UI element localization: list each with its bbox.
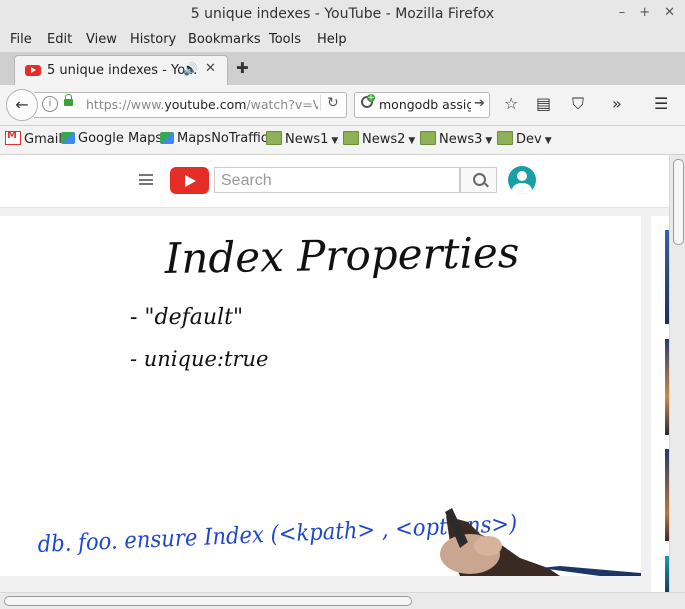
youtube-search-input[interactable]: [219, 169, 459, 193]
speaker-icon[interactable]: 🔊: [183, 62, 198, 76]
menu-history[interactable]: History: [130, 32, 176, 47]
related-videos-strip: [651, 216, 669, 592]
pocket-icon[interactable]: ⛉: [572, 94, 584, 114]
horizontal-scroll-thumb[interactable]: [4, 596, 412, 606]
close-window-button[interactable]: ✕: [664, 5, 675, 20]
bookmark-star-icon[interactable]: ☆: [504, 94, 518, 113]
vertical-scrollbar[interactable]: [669, 155, 685, 592]
search-icon: [473, 173, 486, 186]
folder-icon: [266, 131, 282, 145]
bookmark-gmail[interactable]: Gmail: [5, 130, 62, 147]
menu-bookmarks[interactable]: Bookmarks: [188, 32, 261, 47]
new-tab-button[interactable]: ✚: [236, 59, 249, 77]
youtube-search-button[interactable]: [460, 167, 497, 193]
search-go-icon[interactable]: ➔: [474, 96, 485, 111]
url-bar[interactable]: i https://www.youtube.com/watch?v=V ↻: [34, 92, 347, 118]
youtube-logo[interactable]: [170, 167, 209, 194]
add-search-engine-icon: +: [367, 93, 375, 103]
vertical-scroll-thumb[interactable]: [673, 159, 684, 245]
folder-icon: [420, 131, 436, 145]
maps-icon: [61, 132, 75, 144]
bookmark-folder-news3[interactable]: News3 ▼: [420, 131, 492, 147]
menu-bar: File Edit View History Bookmarks Tools H…: [0, 30, 685, 52]
reload-icon[interactable]: ↻: [320, 95, 339, 111]
search-text[interactable]: mongodb assign: [379, 97, 471, 112]
window-titlebar: 5 unique indexes - YouTube - Mozilla Fir…: [0, 0, 685, 30]
reader-view-icon[interactable]: ▤: [536, 94, 551, 113]
menu-edit[interactable]: Edit: [47, 32, 72, 47]
video-heading: Index Properties: [163, 228, 519, 283]
bookmark-folder-news2[interactable]: News2 ▼: [343, 131, 415, 147]
bookmark-folder-news1[interactable]: News1 ▼: [266, 131, 338, 147]
maps-icon: [160, 132, 174, 144]
whiteboard-frame: Index Properties - "default" - unique:tr…: [37, 228, 641, 576]
bookmark-mapsnotraffic[interactable]: MapsNoTraffic: [160, 131, 268, 146]
menu-view[interactable]: View: [86, 32, 117, 47]
back-arrow-icon[interactable]: ←: [6, 89, 38, 121]
guide-menu-icon[interactable]: [139, 174, 153, 185]
video-bullet-unique: - unique:true: [130, 347, 268, 371]
tab-strip: 5 unique indexes - Yo... 🔊 ✕ ✚: [0, 52, 685, 86]
folder-icon: [343, 131, 359, 145]
horizontal-scrollbar[interactable]: [0, 592, 685, 609]
youtube-header: [0, 155, 669, 208]
youtube-search-box[interactable]: [214, 167, 460, 193]
info-icon[interactable]: i: [42, 96, 58, 112]
folder-icon: [497, 131, 513, 145]
window-title: 5 unique indexes - YouTube - Mozilla Fir…: [190, 6, 495, 22]
bookmark-google-maps[interactable]: Google Maps: [61, 131, 162, 146]
video-player[interactable]: Index Properties - "default" - unique:tr…: [0, 216, 641, 576]
hamburger-menu-icon[interactable]: ☰: [654, 94, 668, 113]
url-text[interactable]: https://www.youtube.com/watch?v=V: [86, 97, 318, 112]
bookmark-folder-dev[interactable]: Dev ▼: [497, 131, 552, 147]
video-bullet-default: - "default": [130, 305, 243, 330]
tab-youtube[interactable]: 5 unique indexes - Yo... 🔊 ✕: [14, 55, 228, 86]
gmail-icon: [5, 130, 21, 145]
avatar[interactable]: [508, 166, 536, 194]
maximize-button[interactable]: +: [639, 5, 650, 20]
menu-file[interactable]: File: [10, 32, 32, 47]
menu-help[interactable]: Help: [317, 32, 347, 47]
overflow-chevron-icon[interactable]: »: [612, 94, 622, 113]
page-content: Index Properties - "default" - unique:tr…: [0, 155, 669, 592]
minimize-button[interactable]: –: [619, 5, 626, 20]
bookmarks-toolbar: Gmail Google Maps MapsNoTraffic News1▼ N…: [0, 126, 685, 155]
search-bar[interactable]: + mongodb assign ➔: [354, 92, 490, 118]
tab-title: 5 unique indexes - Yo...: [47, 63, 198, 78]
menu-tools[interactable]: Tools: [269, 32, 301, 47]
lock-icon[interactable]: [64, 94, 73, 106]
window-controls: – + ✕: [619, 5, 675, 20]
navigation-toolbar: i https://www.youtube.com/watch?v=V ↻ ← …: [0, 85, 685, 126]
close-tab-button[interactable]: ✕: [205, 61, 216, 76]
youtube-favicon-icon: [25, 65, 41, 76]
